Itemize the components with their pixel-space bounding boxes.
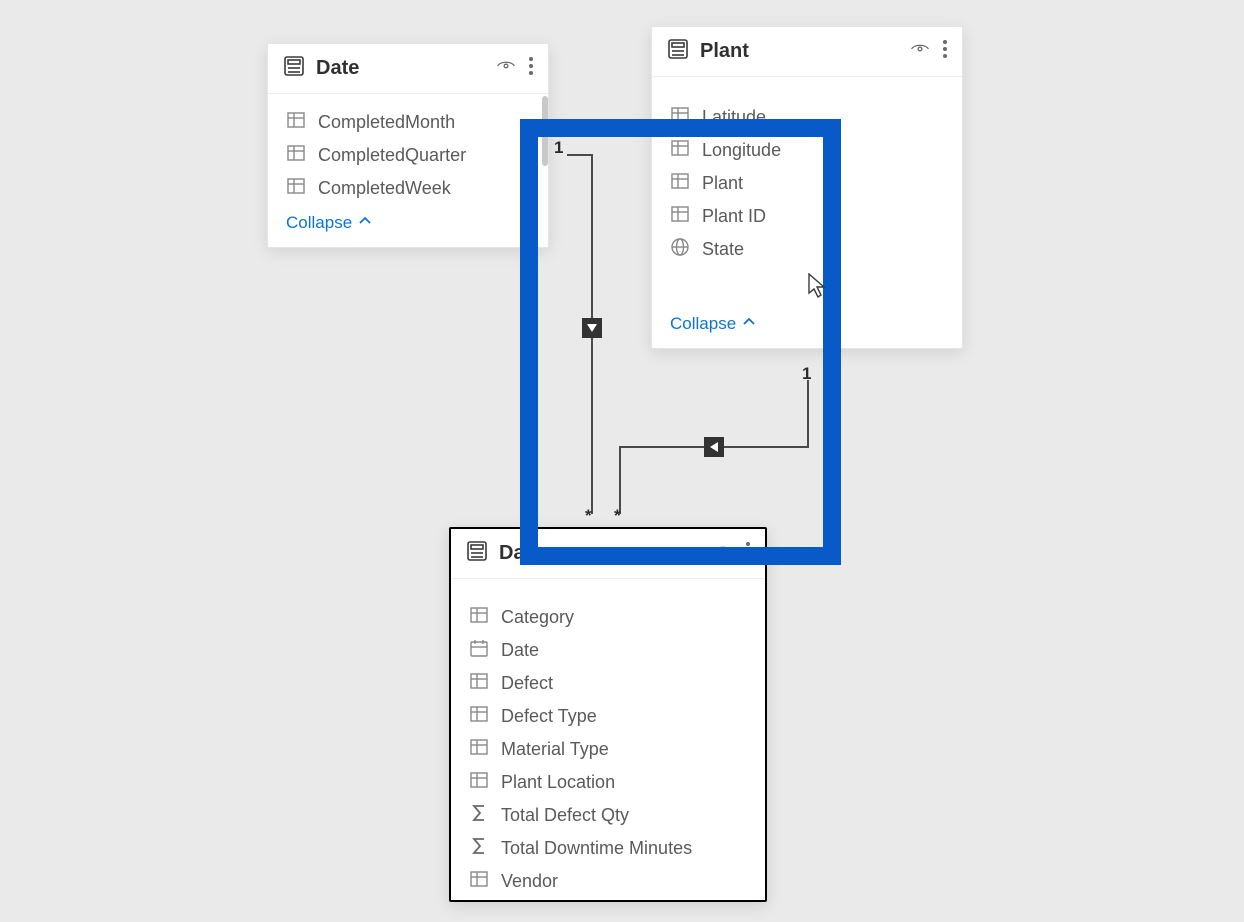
more-options-icon[interactable] (528, 56, 534, 81)
column-icon (469, 704, 489, 729)
collapse-button[interactable]: Collapse (268, 207, 548, 247)
field-label: CompletedWeek (318, 178, 451, 199)
annotation-highlight-box (520, 119, 841, 565)
table-card-data[interactable]: Data Category Date Defect (449, 527, 767, 902)
table-icon (465, 539, 489, 568)
field-row[interactable]: Category (469, 605, 747, 630)
field-row[interactable]: Vendor (469, 869, 747, 894)
field-row[interactable]: Material Type (469, 737, 747, 762)
chevron-up-icon (358, 213, 372, 233)
field-label: Vendor (501, 871, 558, 892)
field-row[interactable]: CompletedQuarter (286, 143, 530, 168)
card-title: Plant (700, 40, 900, 63)
field-row[interactable]: Defect (469, 671, 747, 696)
card-header: Plant (652, 27, 962, 77)
column-icon (469, 605, 489, 630)
field-label: Plant Location (501, 772, 615, 793)
model-canvas[interactable]: 1 * 1 * Date (0, 0, 1244, 922)
sigma-icon (469, 803, 489, 828)
field-label: Total Defect Qty (501, 805, 629, 826)
column-icon (469, 770, 489, 795)
field-label: Category (501, 607, 574, 628)
column-icon (286, 110, 306, 135)
field-label: CompletedQuarter (318, 145, 466, 166)
field-list: Category Date Defect Defect Type Materia… (451, 579, 765, 900)
sigma-icon (469, 836, 489, 861)
column-icon (469, 869, 489, 894)
field-label: CompletedMonth (318, 112, 455, 133)
field-row[interactable]: Total Defect Qty (469, 803, 747, 828)
field-list: CompletedMonth CompletedQuarter Complete… (268, 94, 548, 207)
field-row[interactable]: Plant Location (469, 770, 747, 795)
field-row[interactable]: Date (469, 638, 747, 663)
table-card-date[interactable]: Date CompletedMonth CompletedQuarter (267, 43, 549, 248)
column-icon (286, 143, 306, 168)
calendar-icon (469, 638, 489, 663)
field-label: Defect (501, 673, 553, 694)
collapse-label: Collapse (286, 213, 352, 233)
card-title: Date (316, 57, 486, 80)
field-row[interactable]: CompletedWeek (286, 176, 530, 201)
toggle-visibility-icon[interactable] (910, 39, 930, 64)
toggle-visibility-icon[interactable] (496, 56, 516, 81)
column-icon (286, 176, 306, 201)
field-label: Date (501, 640, 539, 661)
field-row[interactable]: CompletedMonth (286, 110, 530, 135)
field-label: Material Type (501, 739, 609, 760)
field-row[interactable]: Defect Type (469, 704, 747, 729)
card-header: Date (268, 44, 548, 94)
column-icon (469, 671, 489, 696)
more-options-icon[interactable] (942, 39, 948, 64)
field-label: Defect Type (501, 706, 597, 727)
table-icon (666, 37, 690, 66)
table-icon (282, 54, 306, 83)
column-icon (469, 737, 489, 762)
field-row[interactable]: Total Downtime Minutes (469, 836, 747, 861)
field-label: Total Downtime Minutes (501, 838, 692, 859)
